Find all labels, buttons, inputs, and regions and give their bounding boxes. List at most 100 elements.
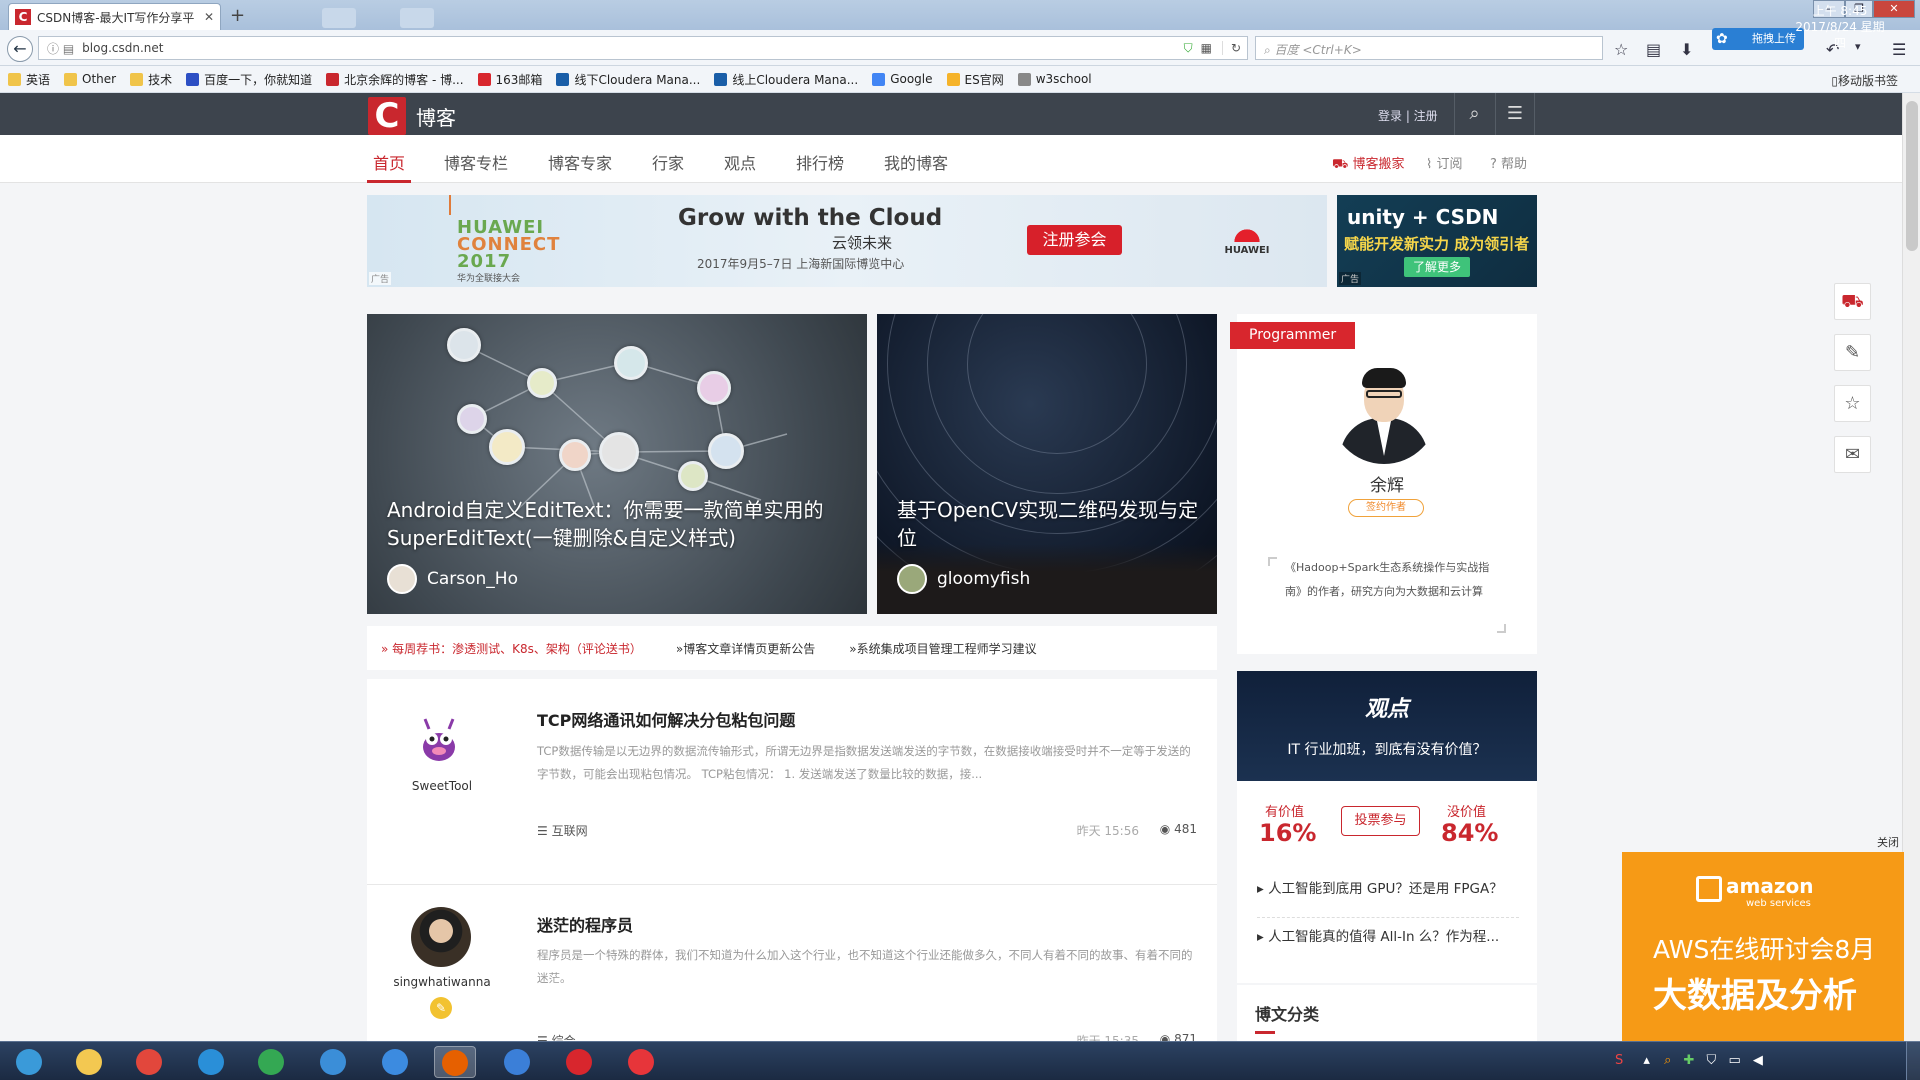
bookmark-item[interactable]: 线下Cloudera Mana... <box>556 71 700 88</box>
notice-link[interactable]: »系统集成项目管理工程师学习建议 <box>849 640 1036 657</box>
bookmark-item[interactable]: 英语 <box>8 71 50 88</box>
featured-title[interactable]: 基于OpenCV实现二维码发现与定位 <box>897 496 1207 552</box>
login-register-link[interactable]: 登录 | 注册 <box>1378 107 1438 124</box>
show-desktop-button[interactable] <box>1906 1041 1920 1080</box>
feishu-icon[interactable] <box>312 1046 354 1078</box>
nav-masters[interactable]: 行家 <box>652 150 684 174</box>
bookmark-star-icon[interactable]: ☆ <box>1614 40 1628 59</box>
category-title: 博文分类 <box>1255 1005 1320 1024</box>
network-icon[interactable]: ▭ <box>1728 1053 1740 1068</box>
bookmark-item[interactable]: Google <box>872 72 933 86</box>
opinion-link[interactable]: ▸ 人工智能真的值得 All-In 么？作为程... <box>1257 925 1519 945</box>
security-icon[interactable]: ⛉ <box>1707 1053 1717 1068</box>
follow-float-button[interactable]: ☆ <box>1834 385 1871 422</box>
360-icon[interactable]: ✚ <box>1684 1053 1695 1068</box>
author-name[interactable]: singwhatiwanna <box>367 975 517 989</box>
mobile-bookmarks[interactable]: ▯移动版书签 <box>1831 72 1898 89</box>
notice-link[interactable]: » 每周荐书：渗透测试、K8s、架构（评论送书） <box>381 640 642 657</box>
feedback-float-button[interactable]: ✉ <box>1834 436 1871 473</box>
featured-card[interactable]: 基于OpenCV实现二维码发现与定位 gloomyfish <box>877 314 1217 614</box>
huawei-connect-banner[interactable]: HUAWEI CONNECT 2017 华为全联接大会 Grow with th… <box>367 195 1327 287</box>
post-category[interactable]: ☰ 互联网 <box>537 822 588 839</box>
post-category[interactable]: ☰ 综合 <box>537 1032 576 1041</box>
nav-experts[interactable]: 博客专家 <box>548 150 612 174</box>
tray-expand-icon[interactable]: ▴ <box>1643 1053 1650 1068</box>
bookmark-item[interactable]: Other <box>64 72 116 86</box>
search-field[interactable]: ⌕ 百度 <Ctrl+K> <box>1255 36 1603 60</box>
bookmark-item[interactable]: 百度一下，你就知道 <box>186 71 312 88</box>
author-avatar[interactable] <box>411 715 467 771</box>
register-button[interactable]: 注册参会 <box>1027 225 1122 255</box>
notice-link[interactable]: »博客文章详情页更新公告 <box>676 640 815 657</box>
featured-author[interactable]: gloomyfish <box>897 564 1030 594</box>
new-tab-button[interactable]: + <box>230 5 245 26</box>
picasa-icon[interactable] <box>128 1046 170 1078</box>
file-explorer-icon[interactable] <box>68 1046 110 1078</box>
baidu-netdisk-icon[interactable] <box>374 1046 416 1078</box>
help-link[interactable]: ? 帮助 <box>1490 153 1527 172</box>
back-button[interactable]: ← <box>7 36 33 62</box>
download-icon[interactable]: ⬇ <box>1680 40 1693 59</box>
reading-list-icon[interactable]: ▤ <box>1646 40 1661 59</box>
ad-close-button[interactable]: 关闭 <box>1877 834 1899 850</box>
featured-author[interactable]: Carson_Ho <box>387 564 518 594</box>
nav-home[interactable]: 首页 <box>373 150 405 174</box>
scrollbar-thumb[interactable] <box>1906 101 1918 251</box>
author-name[interactable]: SweetTool <box>367 779 517 793</box>
unity-csdn-banner[interactable]: unity + CSDN 赋能开发新实力 成为领引者 了解更多 广告 <box>1337 195 1537 287</box>
opinion-link[interactable]: ▸ 人工智能到底用 GPU？还是用 FPGA？ <box>1257 877 1519 897</box>
bookmark-item[interactable]: 技术 <box>130 71 172 88</box>
url-field[interactable]: ⓘ ▤ blog.csdn.net ⛉ ▦ ↻ <box>38 36 1248 60</box>
opinion-logo: 观点 <box>1365 697 1410 722</box>
menu-icon[interactable]: ☰ <box>1495 93 1535 135</box>
bookmark-item[interactable]: 北京余辉的博客 - 博... <box>326 71 464 88</box>
profile-photo[interactable] <box>1330 356 1438 464</box>
tab-csdn[interactable]: C CSDN博客-最大IT写作分享平 ✕ <box>8 3 221 30</box>
csdn-logo[interactable]: C <box>368 97 406 135</box>
nav-my-blog[interactable]: 我的博客 <box>884 150 948 174</box>
background-tab[interactable] <box>322 8 356 28</box>
volume-icon[interactable]: ◀ <box>1753 1053 1763 1068</box>
nav-rankings[interactable]: 排行榜 <box>796 150 844 174</box>
reload-icon[interactable]: ↻ <box>1221 41 1241 55</box>
start-orb-icon[interactable] <box>8 1046 50 1078</box>
vertical-scrollbar[interactable] <box>1902 93 1920 1041</box>
bookmark-item[interactable]: w3school <box>1017 72 1092 86</box>
background-tab[interactable] <box>400 8 434 28</box>
player-icon[interactable] <box>620 1046 662 1078</box>
search-tray-icon[interactable]: ⌕ <box>1664 1053 1671 1068</box>
bookmark-item[interactable]: ES官网 <box>946 71 1004 88</box>
menu-icon[interactable]: ☰ <box>1892 40 1906 59</box>
chrome-icon[interactable] <box>250 1046 292 1078</box>
author-avatar[interactable] <box>411 907 471 967</box>
shield-icon[interactable]: ⛉ <box>1184 41 1193 56</box>
learn-more-button[interactable]: 了解更多 <box>1404 257 1470 277</box>
nav-columns[interactable]: 博客专栏 <box>444 150 508 174</box>
profile-name[interactable]: 余辉 <box>1237 471 1537 496</box>
close-tab-icon[interactable]: ✕ <box>204 10 214 24</box>
write-float-button[interactable]: ✎ <box>1834 334 1871 371</box>
blog-move-link[interactable]: ⛟ 博客搬家 <box>1332 153 1405 174</box>
vote-question[interactable]: IT 行业加班，到底有没有价值？ <box>1237 739 1537 759</box>
taskbar-clock[interactable]: 上午 8:45 2017/8/24 星期四 <box>1790 3 1890 51</box>
note-icon[interactable] <box>496 1046 538 1078</box>
move-blog-float-button[interactable]: ⛟ <box>1834 283 1871 320</box>
vote-button[interactable]: 投票参与 <box>1341 806 1420 836</box>
youdao-icon[interactable] <box>558 1046 600 1078</box>
site-title[interactable]: 博客 <box>416 102 456 131</box>
firefox-icon[interactable] <box>434 1046 476 1078</box>
nav-opinions[interactable]: 观点 <box>724 150 756 174</box>
post-title[interactable]: TCP网络通讯如何解决分包粘包问题 <box>537 707 795 731</box>
kugou-icon[interactable] <box>190 1046 232 1078</box>
search-icon[interactable]: ⌕ <box>1454 93 1494 135</box>
bookmark-item[interactable]: 163邮箱 <box>477 71 542 88</box>
info-icon[interactable]: ⓘ ▤ <box>47 40 74 57</box>
sogou-ime-icon[interactable]: S <box>1615 1053 1623 1068</box>
post-title[interactable]: 迷茫的程序员 <box>537 912 633 936</box>
qr-icon[interactable]: ▦ <box>1201 41 1212 55</box>
bookmark-item[interactable]: 线上Cloudera Mana... <box>714 71 858 88</box>
featured-card[interactable]: Android自定义EditText：你需要一款简单实用的SuperEditTe… <box>367 314 867 614</box>
aws-ad-popup[interactable]: amazon web services AWS在线研讨会8月 大数据及分析 <box>1622 852 1904 1042</box>
featured-title[interactable]: Android自定义EditText：你需要一款简单实用的SuperEditTe… <box>387 496 847 552</box>
subscribe-link[interactable]: ⌇ 订阅 <box>1426 153 1463 172</box>
